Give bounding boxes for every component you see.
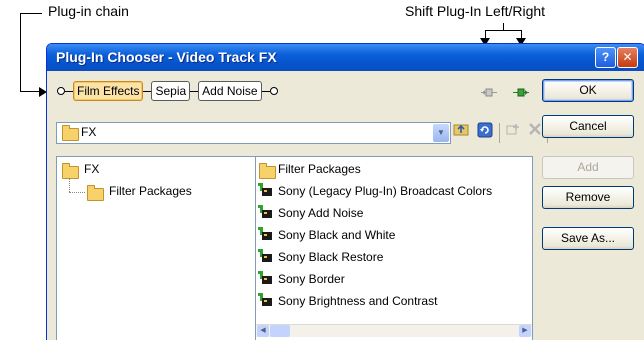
plugin-icon	[258, 183, 274, 197]
close-button[interactable]: ✕	[617, 47, 638, 68]
chain-start-node	[57, 87, 65, 95]
shift-right-icon[interactable]	[513, 88, 529, 97]
tree-item-fx[interactable]: FX	[84, 162, 99, 176]
tree-item-filter-packages[interactable]: Filter Packages	[109, 184, 192, 198]
list-item[interactable]: Sony Black and White	[278, 228, 395, 242]
folder-icon	[62, 163, 79, 179]
chain-item-film-effects[interactable]: Film Effects	[73, 81, 144, 101]
remove-button[interactable]: Remove	[542, 186, 634, 209]
help-button[interactable]: ?	[595, 47, 616, 68]
horizontal-scrollbar[interactable]: ◀ ▶	[256, 324, 532, 337]
list-item[interactable]: Sony Border	[278, 272, 345, 286]
plugin-icon	[258, 271, 274, 285]
save-as-button[interactable]: Save As...	[542, 227, 634, 250]
list-item[interactable]: Sony Add Noise	[278, 206, 363, 220]
cancel-button[interactable]: Cancel	[542, 115, 634, 138]
folder-icon	[62, 125, 79, 141]
plugin-chooser-window: Plug-In Chooser - Video Track FX ? ✕ Fil…	[46, 43, 644, 340]
up-folder-icon[interactable]	[451, 122, 471, 142]
add-plugin-icon[interactable]	[503, 122, 523, 142]
ok-button[interactable]: OK	[542, 79, 634, 102]
list-item[interactable]: Filter Packages	[278, 162, 361, 176]
list-item[interactable]: Sony Brightness and Contrast	[278, 294, 437, 308]
plugin-icon	[258, 205, 274, 219]
scroll-right-icon[interactable]: ▶	[519, 325, 531, 337]
scrollbar-thumb[interactable]	[270, 325, 290, 337]
plugin-chain-annotation: Plug-in chain	[48, 3, 129, 19]
chevron-down-icon[interactable]: ▼	[433, 124, 449, 142]
add-button[interactable]: Add	[542, 156, 634, 179]
folder-icon	[87, 185, 104, 201]
location-value: FX	[81, 125, 97, 139]
plugin-icon	[258, 249, 274, 263]
plugin-icon	[258, 227, 274, 241]
list-item[interactable]: Sony Black Restore	[278, 250, 383, 264]
annotation-line	[20, 91, 40, 92]
list-item[interactable]: Sony (Legacy Plug-In) Broadcast Colors	[278, 184, 492, 198]
chain-item-sepia[interactable]: Sepia	[151, 81, 191, 101]
folder-icon	[259, 163, 276, 179]
chain-end-node	[269, 87, 278, 95]
plugin-icon	[258, 293, 274, 307]
title-bar: Plug-In Chooser - Video Track FX ? ✕	[47, 44, 644, 71]
location-combo[interactable]: FX ▼	[56, 122, 451, 144]
annotation-line	[20, 13, 21, 92]
window-title: Plug-In Chooser - Video Track FX	[56, 49, 277, 65]
scroll-left-icon[interactable]: ◀	[257, 325, 269, 337]
annotation-line	[503, 23, 504, 31]
refresh-icon[interactable]	[475, 122, 495, 142]
annotation-line	[20, 13, 42, 14]
plugin-chain: Film Effects Sepia Add Noise	[57, 81, 278, 101]
plugin-list[interactable]: Filter Packages Sony (Legacy Plug-In) Br…	[255, 156, 533, 340]
shift-left-icon[interactable]	[481, 88, 497, 97]
chain-item-add-noise[interactable]: Add Noise	[198, 81, 262, 101]
toolbar-separator	[499, 123, 500, 143]
shift-plugin-annotation: Shift Plug-In Left/Right	[405, 3, 546, 19]
